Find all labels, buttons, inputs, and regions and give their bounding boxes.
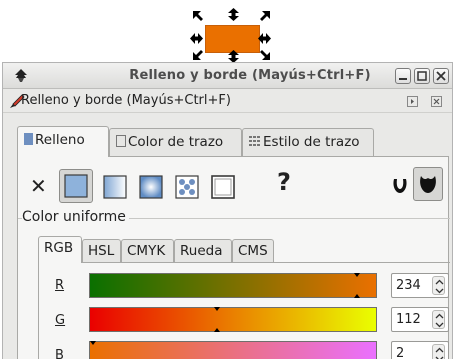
- g-slider-marker-top[interactable]: [214, 307, 220, 311]
- r-slider-marker-bottom[interactable]: [354, 294, 360, 298]
- g-slider-marker-bottom[interactable]: [214, 328, 220, 332]
- flat-color-heading: Color uniforme: [22, 209, 129, 225]
- tab-wheel[interactable]: Rueda: [174, 239, 232, 262]
- r-slider-marker-top[interactable]: [354, 273, 360, 277]
- canvas[interactable]: [0, 0, 453, 63]
- tab-fill[interactable]: Relleno: [17, 126, 109, 157]
- window-title: Relleno y borde (Mayús+Ctrl+F): [129, 68, 371, 83]
- r-value[interactable]: 234: [396, 278, 421, 293]
- close-button[interactable]: [433, 68, 449, 84]
- tab-stroke-paint[interactable]: Color de trazo: [109, 128, 242, 156]
- tab-cms[interactable]: CMS: [232, 239, 274, 262]
- tab-rgb[interactable]: RGB: [38, 236, 82, 263]
- scale-handle-top-right[interactable]: [258, 10, 271, 23]
- scale-handle-left[interactable]: [190, 32, 203, 45]
- maximize-button[interactable]: [414, 68, 430, 84]
- scale-handle-bottom-left[interactable]: [192, 48, 205, 61]
- tab-hsl[interactable]: HSL: [82, 239, 121, 262]
- dock-close-icon[interactable]: [431, 96, 442, 107]
- fill-rule-evenodd-icon[interactable]: [391, 175, 409, 195]
- dock-header: Relleno y borde (Mayús+Ctrl+F): [3, 90, 452, 113]
- scale-handle-top[interactable]: [227, 8, 240, 21]
- b-slider[interactable]: [89, 341, 377, 359]
- tab-stroke-style[interactable]: Estilo de trazo: [242, 128, 374, 156]
- g-spinbutton[interactable]: 112: [391, 307, 449, 332]
- fill-stroke-window: Relleno y borde (Mayús+Ctrl+F) Relleno y…: [2, 62, 453, 359]
- g-value[interactable]: 112: [396, 312, 421, 327]
- rgb-panel: R 234 G 112 B 2: [38, 262, 450, 359]
- fill-tab-icon: [24, 133, 33, 149]
- selected-rectangle[interactable]: [205, 25, 260, 53]
- unset-paint-button[interactable]: [243, 173, 271, 201]
- b-spin-arrows-icon[interactable]: [432, 344, 445, 359]
- no-paint-button[interactable]: ✕: [30, 174, 47, 198]
- b-value[interactable]: 2: [396, 346, 404, 359]
- b-slider-marker-top[interactable]: [90, 341, 96, 345]
- fill-panel: ✕ ? Color uniforme RGB HSL CMYK Rueda CM…: [17, 156, 450, 359]
- radial-gradient-button[interactable]: [137, 173, 165, 201]
- r-label: R: [55, 278, 65, 293]
- flat-color-button[interactable]: [59, 169, 93, 203]
- r-spinbutton[interactable]: 234: [391, 273, 449, 298]
- b-spinbutton[interactable]: 2: [391, 341, 449, 359]
- fill-stroke-tabs: Relleno Color de trazo Estilo de trazo: [3, 126, 452, 157]
- minimize-button[interactable]: [395, 68, 411, 84]
- stroke-paint-tab-icon: [116, 135, 126, 151]
- stroke-style-tab-icon: [249, 135, 261, 151]
- swatch-button[interactable]: [209, 173, 237, 201]
- dock-title: Relleno y borde (Mayús+Ctrl+F): [21, 93, 231, 108]
- scale-handle-right[interactable]: [258, 32, 271, 45]
- fill-rule-nonzero-button[interactable]: [413, 167, 443, 201]
- g-spin-arrows-icon[interactable]: [432, 310, 445, 329]
- scale-handle-bottom-right[interactable]: [258, 48, 271, 61]
- pattern-button[interactable]: [173, 173, 201, 201]
- linear-gradient-button[interactable]: [101, 173, 129, 201]
- g-slider[interactable]: [89, 307, 377, 332]
- tab-cmyk[interactable]: CMYK: [121, 239, 174, 262]
- title-bar[interactable]: Relleno y borde (Mayús+Ctrl+F): [3, 63, 452, 89]
- g-label: G: [55, 313, 66, 328]
- dock-menu-icon[interactable]: [407, 96, 418, 107]
- r-slider[interactable]: [89, 273, 377, 298]
- unset-paint-label: ?: [277, 168, 291, 196]
- scale-handle-top-left[interactable]: [192, 10, 205, 23]
- b-label: B: [55, 348, 64, 359]
- r-spin-arrows-icon[interactable]: [432, 276, 445, 295]
